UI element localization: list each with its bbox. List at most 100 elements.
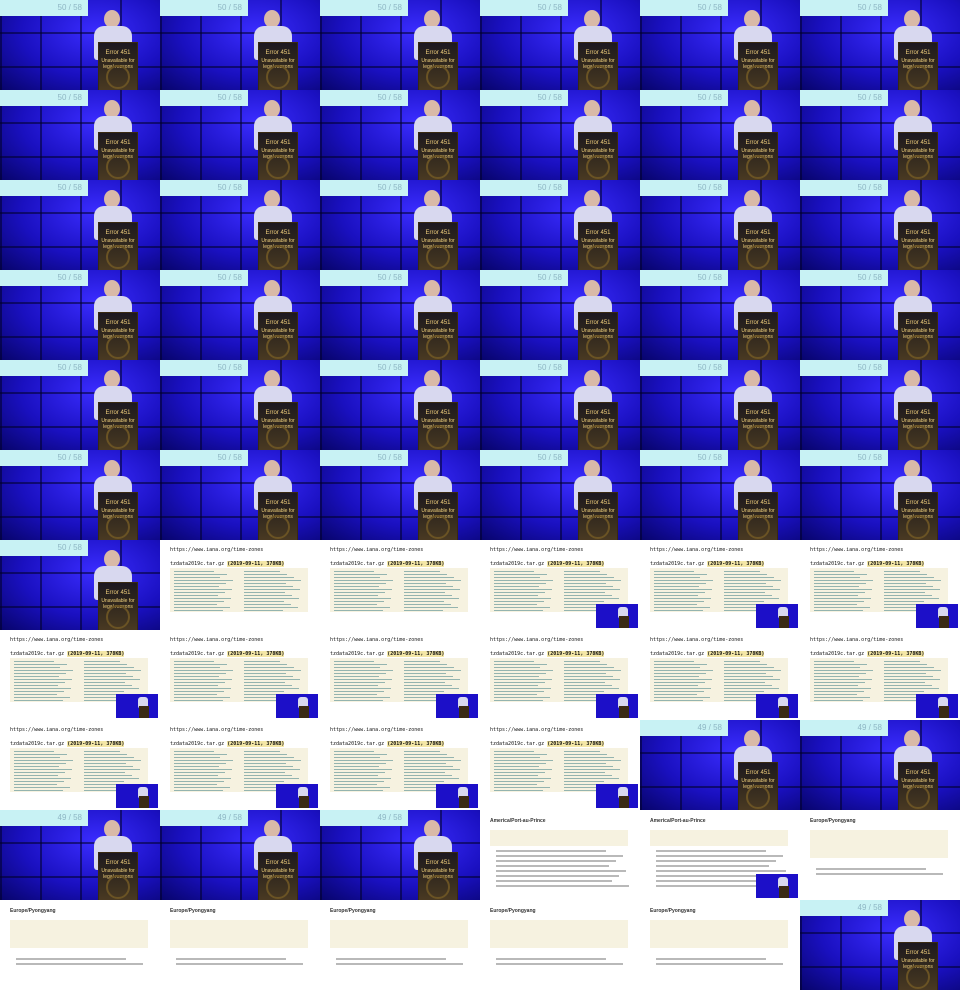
stage-frame[interactable]: 50 / 58 Error 451 Unavailable for legal re…: [800, 270, 960, 360]
stage-frame[interactable]: 50 / 58 Error 451 Unavailable for legal re…: [640, 90, 800, 180]
slide-frame[interactable]: https://www.iana.org/time-zones tzdata201…: [160, 630, 320, 720]
stage-frame[interactable]: 50 / 58 Error 451 Unavailable for legal re…: [320, 450, 480, 540]
slide-frame[interactable]: https://www.iana.org/time-zones tzdata201…: [160, 720, 320, 810]
text-line: [176, 963, 303, 965]
podium-seal: [586, 335, 610, 359]
podium: Error 451 Unavailable for legal reasons: [898, 402, 938, 450]
podium: Error 451 Unavailable for legal reasons: [898, 762, 938, 810]
stage-frame[interactable]: 50 / 58 Error 451 Unavailable for legal re…: [320, 270, 480, 360]
slide-counter: 49 / 58: [160, 810, 248, 826]
stage-frame[interactable]: 50 / 58 Error 451 Unavailable for legal re…: [0, 540, 160, 630]
slide-filename: tzdata2019c.tar.gz (2019-09-11, 378KB): [490, 561, 605, 567]
stage-frame[interactable]: 49 / 58 Error 451 Unavailable for legal re…: [800, 900, 960, 990]
slide-counter: 50 / 58: [640, 450, 728, 466]
stage-frame[interactable]: 50 / 58 Error 451 Unavailable for legal re…: [160, 180, 320, 270]
podium-seal: [586, 65, 610, 89]
slide-frame[interactable]: https://www.iana.org/time-zones tzdata201…: [320, 720, 480, 810]
stage-frame[interactable]: 50 / 58 Error 451 Unavailable for legal re…: [320, 0, 480, 90]
stage-frame[interactable]: 50 / 58 Error 451 Unavailable for legal re…: [160, 450, 320, 540]
stage-frame[interactable]: 50 / 58 Error 451 Unavailable for legal re…: [160, 90, 320, 180]
slide-frame[interactable]: https://www.iana.org/time-zones tzdata201…: [800, 540, 960, 630]
stage-frame[interactable]: 50 / 58 Error 451 Unavailable for legal re…: [640, 0, 800, 90]
file-meta: (2019-09-11, 378KB): [67, 651, 125, 657]
slide-frame[interactable]: https://www.iana.org/time-zones tzdata201…: [480, 720, 640, 810]
podium: Error 451 Unavailable for legal reasons: [98, 312, 138, 360]
stage-frame[interactable]: 50 / 58 Error 451 Unavailable for legal re…: [640, 270, 800, 360]
stage-frame[interactable]: 50 / 58 Error 451 Unavailable for legal re…: [0, 450, 160, 540]
slide-frame[interactable]: https://www.iana.org/time-zones tzdata201…: [0, 630, 160, 720]
slide-frame[interactable]: https://www.iana.org/time-zones tzdata201…: [320, 540, 480, 630]
slide-frame[interactable]: https://www.iana.org/time-zones tzdata201…: [800, 630, 960, 720]
slide-counter: 50 / 58: [320, 180, 408, 196]
text-line: [656, 860, 776, 862]
stage-frame[interactable]: 50 / 58 Error 451 Unavailable for legal re…: [800, 360, 960, 450]
stage-frame[interactable]: 50 / 58 Error 451 Unavailable for legal re…: [0, 0, 160, 90]
file-name: tzdata2019c.tar.gz: [810, 651, 865, 657]
slide-frame[interactable]: https://www.iana.org/time-zones tzdata201…: [320, 630, 480, 720]
podium: Error 451 Unavailable for legal reasons: [98, 492, 138, 540]
slide-counter: 50 / 58: [0, 540, 88, 556]
file-name: tzdata2019c.tar.gz: [170, 741, 225, 747]
stage-frame[interactable]: 50 / 58 Error 451 Unavailable for legal re…: [480, 0, 640, 90]
slide-frame[interactable]: https://www.iana.org/time-zones tzdata201…: [160, 540, 320, 630]
stage-frame[interactable]: 50 / 58 Error 451 Unavailable for legal re…: [640, 180, 800, 270]
code-block: [330, 920, 468, 948]
podium: Error 451 Unavailable for legal reasons: [258, 132, 298, 180]
slide-frame[interactable]: America/Port-au-Prince: [640, 810, 800, 900]
stage-frame[interactable]: 50 / 58 Error 451 Unavailable for legal re…: [0, 270, 160, 360]
slide-counter: 50 / 58: [640, 360, 728, 376]
slide-frame[interactable]: https://www.iana.org/time-zones tzdata201…: [0, 720, 160, 810]
stage-frame[interactable]: 50 / 58 Error 451 Unavailable for legal re…: [480, 90, 640, 180]
slide-frame[interactable]: Europe/Pyongyang: [480, 900, 640, 990]
slide-frame[interactable]: Europe/Pyongyang: [640, 900, 800, 990]
podium-title: Error 451: [585, 500, 611, 506]
stage-frame[interactable]: 50 / 58 Error 451 Unavailable for legal re…: [800, 0, 960, 90]
stage-frame[interactable]: 49 / 58 Error 451 Unavailable for legal re…: [800, 720, 960, 810]
slide-counter: 50 / 58: [800, 450, 888, 466]
slide-frame[interactable]: https://www.iana.org/time-zones tzdata201…: [480, 540, 640, 630]
podium: Error 451 Unavailable for legal reasons: [898, 942, 938, 990]
stage-frame[interactable]: 50 / 58 Error 451 Unavailable for legal re…: [320, 180, 480, 270]
slide-frame[interactable]: https://www.iana.org/time-zones tzdata201…: [480, 630, 640, 720]
stage-frame[interactable]: 50 / 58 Error 451 Unavailable for legal re…: [480, 180, 640, 270]
stage-frame[interactable]: 50 / 58 Error 451 Unavailable for legal re…: [800, 450, 960, 540]
stage-frame[interactable]: 50 / 58 Error 451 Unavailable for legal re…: [160, 360, 320, 450]
podium: Error 451 Unavailable for legal reasons: [98, 402, 138, 450]
slide-filename: tzdata2019c.tar.gz (2019-09-11, 378KB): [490, 741, 605, 747]
podium-title: Error 451: [265, 320, 291, 326]
stage-frame[interactable]: 49 / 58 Error 451 Unavailable for legal re…: [640, 720, 800, 810]
stage-frame[interactable]: 50 / 58 Error 451 Unavailable for legal re…: [320, 90, 480, 180]
speaker-inset: [916, 604, 958, 628]
stage-frame[interactable]: 50 / 58 Error 451 Unavailable for legal re…: [160, 0, 320, 90]
slide-frame[interactable]: Europe/Pyongyang: [0, 900, 160, 990]
stage-frame[interactable]: 50 / 58 Error 451 Unavailable for legal re…: [480, 360, 640, 450]
stage-frame[interactable]: 49 / 58 Error 451 Unavailable for legal re…: [320, 810, 480, 900]
stage-frame[interactable]: 50 / 58 Error 451 Unavailable for legal re…: [320, 360, 480, 450]
podium: Error 451 Unavailable for legal reasons: [578, 42, 618, 90]
stage-frame[interactable]: 50 / 58 Error 451 Unavailable for legal re…: [640, 360, 800, 450]
slide-frame[interactable]: Europe/Pyongyang: [160, 900, 320, 990]
slide-frame[interactable]: https://www.iana.org/time-zones tzdata201…: [640, 630, 800, 720]
code-block: [170, 568, 308, 612]
stage-frame[interactable]: 50 / 58 Error 451 Unavailable for legal re…: [800, 180, 960, 270]
stage-frame[interactable]: 50 / 58 Error 451 Unavailable for legal re…: [160, 270, 320, 360]
slide-frame[interactable]: https://www.iana.org/time-zones tzdata201…: [640, 540, 800, 630]
stage-frame[interactable]: 50 / 58 Error 451 Unavailable for legal re…: [640, 450, 800, 540]
stage-frame[interactable]: 50 / 58 Error 451 Unavailable for legal re…: [0, 180, 160, 270]
stage-frame[interactable]: 50 / 58 Error 451 Unavailable for legal re…: [480, 450, 640, 540]
slide-frame[interactable]: America/Port-au-Prince: [480, 810, 640, 900]
stage-frame[interactable]: 50 / 58 Error 451 Unavailable for legal re…: [480, 270, 640, 360]
slide-frame[interactable]: Europe/Pyongyang: [320, 900, 480, 990]
stage-frame[interactable]: 50 / 58 Error 451 Unavailable for legal re…: [0, 360, 160, 450]
inset-podium: [619, 706, 629, 718]
stage-frame[interactable]: 49 / 58 Error 451 Unavailable for legal re…: [160, 810, 320, 900]
podium: Error 451 Unavailable for legal reasons: [738, 42, 778, 90]
stage-frame[interactable]: 49 / 58 Error 451 Unavailable for legal re…: [0, 810, 160, 900]
slide-frame[interactable]: Europe/Pyongyang: [800, 810, 960, 900]
inset-podium: [299, 706, 309, 718]
stage-frame[interactable]: 50 / 58 Error 451 Unavailable for legal re…: [0, 90, 160, 180]
text-line: [656, 865, 769, 867]
podium-title: Error 451: [105, 410, 131, 416]
podium-seal: [426, 335, 450, 359]
stage-frame[interactable]: 50 / 58 Error 451 Unavailable for legal re…: [800, 90, 960, 180]
